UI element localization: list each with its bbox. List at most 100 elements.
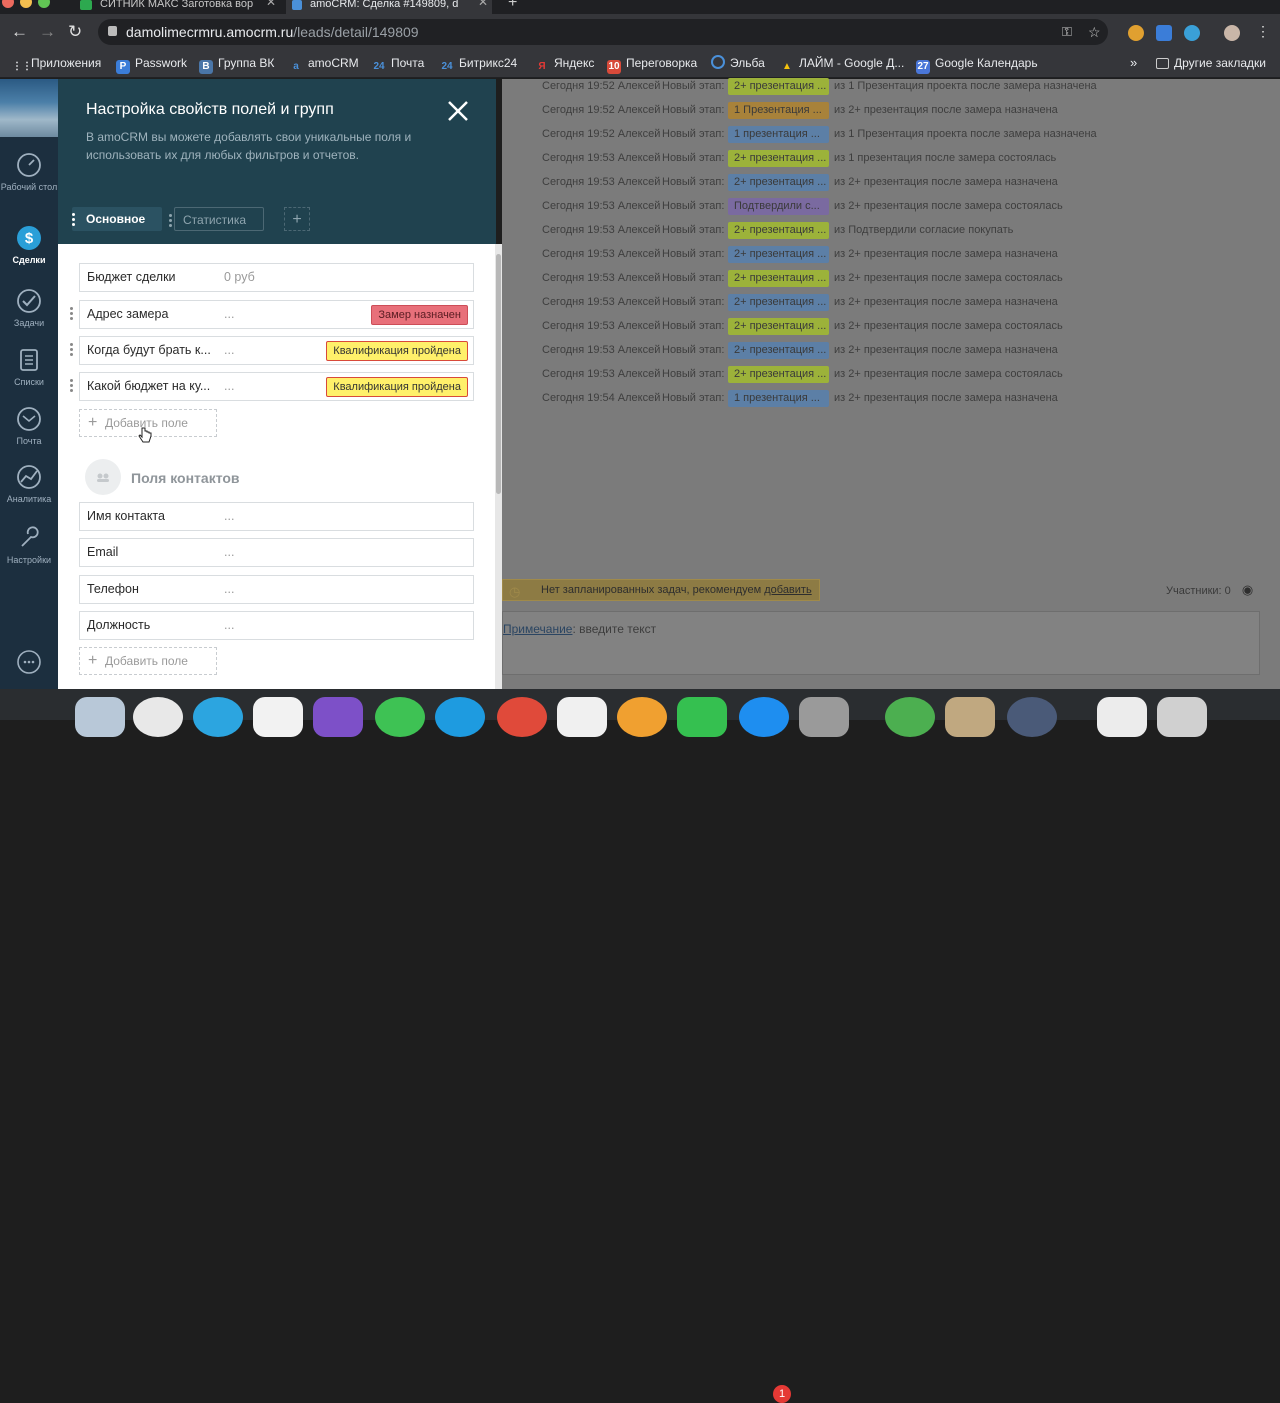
telegram-icon[interactable] <box>193 697 243 737</box>
stage-badge[interactable]: 2+ презентация ... <box>728 270 829 287</box>
stage-badge[interactable]: 2+ презентация ... <box>728 366 829 383</box>
new-tab-button[interactable]: + <box>508 0 517 14</box>
skype-extension-icon[interactable] <box>1184 25 1200 41</box>
stage-badge[interactable]: 2+ презентация ... <box>728 246 829 263</box>
close-tab-icon[interactable]: ✕ <box>266 0 276 8</box>
bookmark-google-calendar[interactable]: 27 Google Календарь <box>916 55 1038 74</box>
close-window-icon[interactable] <box>2 0 14 8</box>
drag-handle-icon <box>169 214 172 227</box>
field-row[interactable]: Имя контакта ... <box>79 502 474 531</box>
macos-dock: 1 <box>0 689 1280 1403</box>
reminders-icon[interactable] <box>557 697 607 737</box>
url-bar[interactable]: damolimecrmru.amocrm.ru/leads/detail/149… <box>98 19 1108 45</box>
sidebar-item-lists[interactable]: Списки <box>0 347 58 387</box>
utorrent-icon[interactable] <box>885 697 935 737</box>
note-input[interactable]: Примечание: введите текст <box>502 611 1260 675</box>
bookmark-elba[interactable]: Эльба <box>711 55 765 71</box>
app-icon[interactable] <box>1007 697 1057 737</box>
sidebar-item-tasks[interactable]: Задачи <box>0 288 58 328</box>
calendar-date-icon[interactable] <box>253 697 303 737</box>
whatsapp-icon[interactable] <box>375 697 425 737</box>
scrollbar-thumb[interactable] <box>496 254 501 494</box>
panel-scrollbar[interactable] <box>495 244 502 689</box>
passwork-extension-icon[interactable] <box>1156 25 1172 41</box>
photos-icon[interactable] <box>617 697 667 737</box>
star-icon[interactable]: ☆ <box>1088 19 1101 45</box>
viber-icon[interactable] <box>313 697 363 737</box>
back-icon[interactable]: ← <box>11 22 28 42</box>
sidebar-item-settings[interactable]: Настройки <box>0 525 58 565</box>
tab-main[interactable]: Основное <box>72 207 162 231</box>
field-row[interactable]: Когда будут брать к... ... Квалификация … <box>79 336 474 365</box>
field-row[interactable]: Какой бюджет на ку... ... Квалификация п… <box>79 372 474 401</box>
bookmark-apps[interactable]: ⋮⋮Приложения <box>12 55 101 74</box>
stage-badge[interactable]: 1 презентация ... <box>728 390 829 407</box>
other-bookmarks[interactable]: Другие закладки <box>1156 55 1266 71</box>
profile-avatar[interactable] <box>1224 25 1240 41</box>
stage-badge[interactable]: 2+ презентация ... <box>728 174 829 191</box>
bookmark-vk[interactable]: В Группа ВК <box>199 55 274 74</box>
reload-icon[interactable]: ↻ <box>68 22 82 42</box>
bookmark-google-drive[interactable]: ▲ ЛАЙМ - Google Д... <box>780 55 904 74</box>
maximize-window-icon[interactable] <box>38 0 50 8</box>
minimize-window-icon[interactable] <box>20 0 32 8</box>
stage-badge[interactable]: 2+ презентация ... <box>728 342 829 359</box>
log-action: Новый этап: <box>662 128 725 140</box>
log-time: Сегодня 19:53 Алексей <box>542 152 661 164</box>
stage-badge[interactable]: 1 Презентация ... <box>728 102 829 119</box>
sidebar-item-dashboard[interactable]: Рабочий стол <box>0 152 58 192</box>
add-field-button[interactable]: Добавить поле <box>79 647 217 675</box>
drag-handle-icon[interactable] <box>70 379 73 393</box>
log-action: Новый этап: <box>662 248 725 260</box>
bookmark-amocrm[interactable]: a amoCRM <box>289 55 358 74</box>
drag-handle-icon[interactable] <box>70 343 73 357</box>
add-tab-button[interactable]: + <box>284 207 310 231</box>
finder-icon[interactable] <box>75 697 125 737</box>
field-row[interactable]: Телефон ... <box>79 575 474 604</box>
field-row[interactable]: Бюджет сделки 0 руб <box>79 263 474 292</box>
stage-badge[interactable]: 2+ презентация ... <box>728 78 829 95</box>
bookmark-passwork[interactable]: P Passwork <box>116 55 187 74</box>
menu-dots-icon[interactable]: ⋮ <box>1256 23 1270 40</box>
app-store-icon[interactable] <box>739 697 789 737</box>
facetime-icon[interactable] <box>677 697 727 737</box>
more-bookmarks-icon[interactable]: » <box>1130 55 1137 71</box>
key-icon[interactable]: ⚿ <box>1062 19 1072 45</box>
downloads-icon[interactable] <box>1097 697 1147 737</box>
skype-icon[interactable] <box>435 697 485 737</box>
stage-badge[interactable]: 2+ презентация ... <box>728 222 829 239</box>
eye-icon[interactable]: ◉ <box>1242 582 1253 597</box>
browser-tab-2[interactable]: amoCRM: Сделка #149809, d ✕ <box>286 0 492 14</box>
bookmark-meeting[interactable]: 10 Переговорка <box>607 55 697 74</box>
stage-badge[interactable]: 2+ презентация ... <box>728 150 829 167</box>
bookmark-yandex[interactable]: Я Яндекс <box>535 55 594 74</box>
forward-icon[interactable]: → <box>39 22 56 42</box>
browser-tab-1[interactable]: СИТНИК МАКС Заготовка вор ✕ <box>80 0 276 14</box>
sidebar-item-mail[interactable]: Почта <box>0 406 58 446</box>
calendar-app-icon[interactable] <box>133 697 183 737</box>
extension-icon[interactable] <box>1128 25 1144 41</box>
stage-badge[interactable]: 1 презентация ... <box>728 126 829 143</box>
add-task-link[interactable]: добавить <box>764 584 811 596</box>
chat-icon[interactable] <box>16 649 42 675</box>
field-row[interactable]: Должность ... <box>79 611 474 640</box>
note-type-link[interactable]: Примечание <box>503 622 572 636</box>
account-photo[interactable] <box>0 79 58 137</box>
bookmark-bitrix[interactable]: 24 Битрикс24 <box>440 55 517 74</box>
close-tab-icon[interactable]: ✕ <box>478 0 488 8</box>
stage-badge[interactable]: 2+ презентация ... <box>728 318 829 335</box>
bookmark-mail[interactable]: 24 Почта <box>372 55 424 74</box>
trash-icon[interactable] <box>1157 697 1207 737</box>
field-row[interactable]: Email ... <box>79 538 474 567</box>
close-icon[interactable] <box>446 99 470 123</box>
system-preferences-icon[interactable] <box>799 697 849 737</box>
tab-statistics[interactable]: Статистика <box>169 207 264 231</box>
field-row[interactable]: Адрес замера ... Замер назначен <box>79 300 474 329</box>
sidebar-item-deals[interactable]: $ Сделки <box>0 225 58 265</box>
chrome-icon[interactable] <box>497 697 547 737</box>
stage-badge[interactable]: Подтвердили с... <box>728 198 829 215</box>
sidebar-item-analytics[interactable]: Аналитика <box>0 464 58 504</box>
stage-badge[interactable]: 2+ презентация ... <box>728 294 829 311</box>
drag-handle-icon[interactable] <box>70 307 73 321</box>
preview-icon[interactable] <box>945 697 995 737</box>
